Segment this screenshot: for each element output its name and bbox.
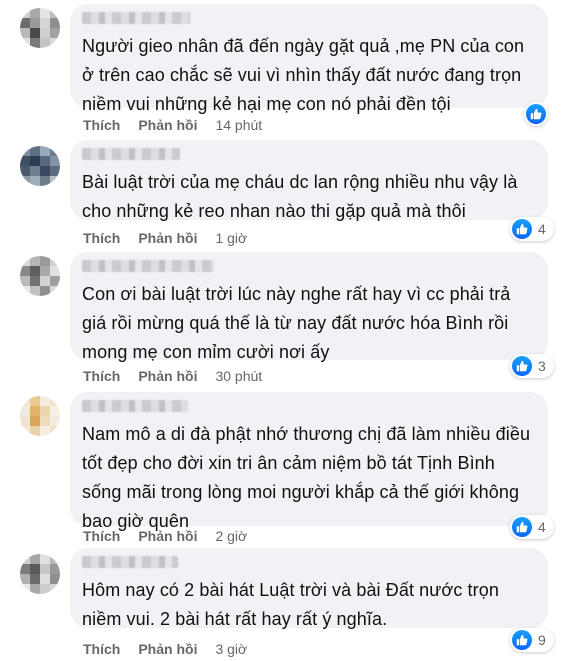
like-icon bbox=[512, 219, 532, 239]
comment-actions: Thích Phản hồi 3 giờ bbox=[83, 641, 247, 657]
comment-text: Con ơi bài luật trời lúc này nghe rất ha… bbox=[82, 284, 511, 362]
reaction-count: 4 bbox=[538, 221, 546, 237]
reaction-summary[interactable]: 4 bbox=[510, 217, 554, 241]
reaction-count: 4 bbox=[538, 519, 546, 535]
comment-bubble: Bài luật trời của mẹ cháu dc lan rộng nh… bbox=[70, 140, 548, 221]
reply-button[interactable]: Phản hồi bbox=[138, 641, 197, 657]
like-button[interactable]: Thích bbox=[83, 368, 120, 384]
like-icon bbox=[512, 630, 532, 650]
reaction-summary[interactable]: 9 bbox=[510, 628, 554, 652]
comment-bubble: Hôm nay có 2 bài hát Luật trời và bài Đấ… bbox=[70, 548, 548, 629]
comment-timestamp[interactable]: 2 giờ bbox=[215, 528, 247, 544]
comment-item: Con ơi bài luật trời lúc này nghe rất ha… bbox=[0, 252, 580, 392]
comment-text: Bài luật trời của mẹ cháu dc lan rộng nh… bbox=[82, 172, 518, 221]
reply-button[interactable]: Phản hồi bbox=[138, 230, 197, 246]
comment-timestamp[interactable]: 14 phút bbox=[215, 117, 262, 133]
like-icon bbox=[512, 356, 532, 376]
author-name-blurred[interactable] bbox=[82, 12, 190, 24]
avatar[interactable] bbox=[20, 554, 60, 594]
reply-button[interactable]: Phản hồi bbox=[138, 528, 197, 544]
reaction-count: 3 bbox=[538, 358, 546, 374]
author-name-blurred[interactable] bbox=[82, 400, 188, 412]
avatar[interactable] bbox=[20, 8, 60, 48]
comment-bubble: Con ơi bài luật trời lúc này nghe rất ha… bbox=[70, 252, 548, 362]
reaction-summary[interactable]: 4 bbox=[510, 515, 554, 539]
like-icon bbox=[512, 517, 532, 537]
comment-actions: Thích Phản hồi 30 phút bbox=[83, 368, 262, 384]
reaction-summary[interactable] bbox=[524, 102, 548, 126]
author-name-blurred[interactable] bbox=[82, 260, 214, 272]
comment-item: Nam mô a di đà phật nhớ thương chị đã là… bbox=[0, 392, 580, 552]
comment-text: Nam mô a di đà phật nhớ thương chị đã là… bbox=[82, 424, 531, 531]
avatar[interactable] bbox=[20, 146, 60, 186]
like-button[interactable]: Thích bbox=[83, 641, 120, 657]
comment-timestamp[interactable]: 3 giờ bbox=[215, 641, 247, 657]
comment-actions: Thích Phản hồi 14 phút bbox=[83, 117, 262, 133]
like-button[interactable]: Thích bbox=[83, 528, 120, 544]
comment-actions: Thích Phản hồi 2 giờ bbox=[83, 528, 247, 544]
like-button[interactable]: Thích bbox=[83, 117, 120, 133]
reply-button[interactable]: Phản hồi bbox=[138, 117, 197, 133]
reply-button[interactable]: Phản hồi bbox=[138, 368, 197, 384]
author-name-blurred[interactable] bbox=[82, 556, 178, 568]
avatar[interactable] bbox=[20, 396, 60, 436]
like-icon bbox=[526, 104, 546, 124]
comment-item: Hôm nay có 2 bài hát Luật trời và bài Đấ… bbox=[0, 548, 580, 661]
avatar[interactable] bbox=[20, 256, 60, 296]
comment-actions: Thích Phản hồi 1 giờ bbox=[83, 230, 247, 246]
comment-text: Người gieo nhân đã đến ngày gặt quả ,mẹ … bbox=[82, 36, 525, 114]
comment-timestamp[interactable]: 30 phút bbox=[215, 368, 262, 384]
reaction-count: 9 bbox=[538, 632, 546, 648]
comment-timestamp[interactable]: 1 giờ bbox=[215, 230, 247, 246]
like-button[interactable]: Thích bbox=[83, 230, 120, 246]
author-name-blurred[interactable] bbox=[82, 148, 180, 160]
comment-item: Bài luật trời của mẹ cháu dc lan rộng nh… bbox=[0, 140, 580, 252]
comment-bubble: Nam mô a di đà phật nhớ thương chị đã là… bbox=[70, 392, 548, 531]
comment-text: Hôm nay có 2 bài hát Luật trời và bài Đấ… bbox=[82, 580, 499, 629]
reaction-summary[interactable]: 3 bbox=[510, 354, 554, 378]
comment-item: Người gieo nhân đã đến ngày gặt quả ,mẹ … bbox=[0, 0, 580, 140]
comment-bubble: Người gieo nhân đã đến ngày gặt quả ,mẹ … bbox=[70, 4, 548, 114]
